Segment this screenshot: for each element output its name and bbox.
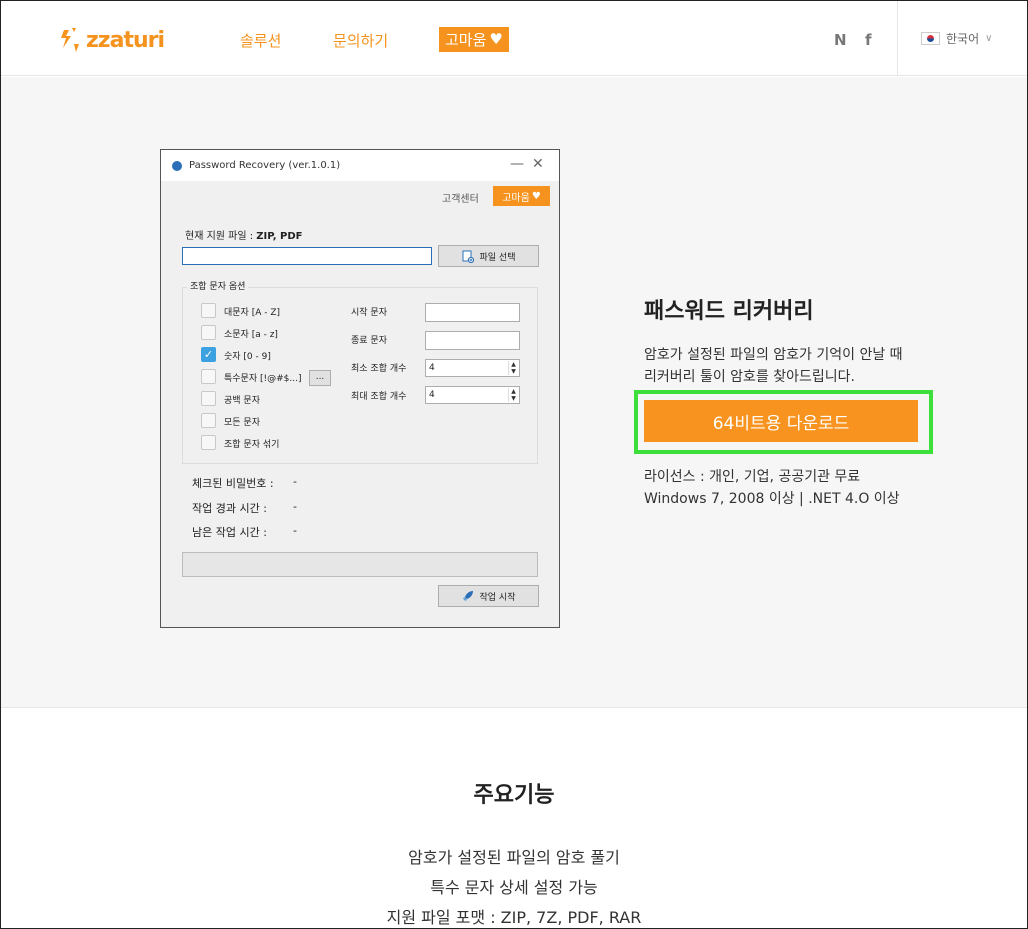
start-task-button[interactable]: 작업 시작 (438, 585, 539, 607)
checkbox-special-label: 특수문자 [!@#$...] (224, 374, 302, 384)
feature-item: 특수 문자 상세 설정 가능 (430, 878, 598, 897)
end-char-label: 종료 문자 (351, 336, 387, 346)
nav-inquiry[interactable]: 문의하기 (333, 30, 388, 51)
max-count-stepper[interactable]: 4 ▲ ▼ (425, 386, 520, 404)
app-screenshot-window: Password Recovery (ver.1.0.1) — ✕ 고객센터 고… (160, 149, 560, 628)
file-select-label: 파일 선택 (479, 252, 516, 263)
license-info: 라이선스 : 개인, 기업, 공공기관 무료 Windows 7, 2008 이… (644, 466, 900, 510)
nav-thanks[interactable]: 고마움 ♥ (439, 27, 509, 52)
description-line: 암호가 설정된 파일의 암호가 기억이 안날 때 (644, 347, 903, 363)
add-file-icon (462, 250, 474, 263)
checkbox-lowercase-label: 소문자 [a - z] (224, 330, 278, 340)
supported-files: 현재 지원 파일 : ZIP, PDF (185, 227, 303, 242)
chevron-down-icon: ∨ (985, 33, 993, 44)
app-titlebar: Password Recovery (ver.1.0.1) — ✕ (161, 150, 559, 181)
download-64bit-button[interactable]: 64비트용 다운로드 (644, 400, 918, 442)
spin-arrows-icon[interactable]: ▲ ▼ (508, 388, 518, 402)
special-chars-more-button[interactable]: ... (309, 370, 331, 386)
naver-icon[interactable]: N (834, 31, 847, 49)
korea-flag-icon (921, 32, 940, 45)
product-title: 패스워드 리커버리 (644, 299, 814, 324)
feature-item: 지원 파일 포맷 : ZIP, 7Z, PDF, RAR (386, 908, 642, 927)
checked-passwords-label: 체크된 비밀번호 : (192, 477, 274, 490)
minimize-icon[interactable]: — (510, 156, 524, 172)
supported-value: ZIP, PDF (256, 231, 303, 242)
logo-text: zzaturi (86, 27, 165, 53)
end-char-input[interactable] (425, 331, 520, 350)
heart-icon: ♥ (531, 190, 541, 202)
start-task-label: 작업 시작 (479, 592, 516, 603)
checkbox-all-label: 모든 문자 (224, 418, 260, 428)
min-count-stepper[interactable]: 4 ▲ ▼ (425, 359, 520, 377)
start-char-label: 시작 문자 (351, 308, 387, 318)
file-select-button[interactable]: 파일 선택 (438, 245, 539, 267)
logo[interactable]: zzaturi (58, 25, 183, 55)
app-subbar: 고객센터 고마움 ♥ (161, 181, 559, 211)
app-icon (172, 161, 182, 171)
requirements-line: Windows 7, 2008 이상 | .NET 4.O 이상 (644, 491, 900, 507)
checkbox-special[interactable] (201, 369, 216, 384)
checkbox-digits[interactable]: ✓ (201, 347, 216, 362)
customer-center-link[interactable]: 고객센터 (442, 190, 479, 205)
app-body: 현재 지원 파일 : ZIP, PDF 파일 선택 조합 문자 옵션 대문자 [… (161, 211, 559, 627)
checkbox-space-label: 공백 문자 (224, 396, 260, 406)
spin-arrows-icon[interactable]: ▲ ▼ (508, 361, 518, 375)
description-line: 리커버리 툴이 암호를 찾아드립니다. (644, 369, 855, 385)
checkbox-shuffle-label: 조합 문자 섞기 (224, 440, 280, 450)
checkmark-icon: ✓ (203, 348, 214, 361)
rocket-icon (462, 591, 473, 601)
checkbox-uppercase[interactable] (201, 303, 216, 318)
language-selector[interactable]: 한국어 ∨ (897, 1, 1027, 76)
language-label: 한국어 (946, 32, 980, 46)
elapsed-time-value: - (293, 500, 297, 513)
remaining-time-label: 남은 작업 시간 : (192, 526, 267, 539)
page-frame: zzaturi 솔루션 문의하기 고마움 ♥ N f 한국어 ∨ Passwor… (0, 0, 1028, 929)
license-line: 라이선스 : 개인, 기업, 공공기관 무료 (644, 469, 861, 485)
checked-passwords-value: - (293, 475, 297, 488)
max-count-label: 최대 조합 개수 (351, 392, 407, 402)
checkbox-lowercase[interactable] (201, 325, 216, 340)
heart-icon: ♥ (489, 30, 503, 48)
checkbox-shuffle[interactable] (201, 435, 216, 450)
features-title: 주요기능 (473, 783, 555, 808)
supported-label: 현재 지원 파일 : (185, 231, 254, 242)
remaining-time-value: - (293, 524, 297, 537)
product-description: 암호가 설정된 파일의 암호가 기억이 안날 때 리커버리 툴이 암호를 찾아드… (644, 344, 944, 388)
app-thanks-label: 고마움 (502, 192, 530, 204)
top-navigation: zzaturi 솔루션 문의하기 고마움 ♥ N f 한국어 ∨ (1, 1, 1027, 76)
min-count-value: 4 (429, 363, 435, 373)
checkbox-digits-label: 숫자 [0 - 9] (224, 352, 271, 362)
option-group-title: 조합 문자 옵션 (187, 279, 249, 292)
max-count-value: 4 (429, 390, 435, 400)
elapsed-time-label: 작업 경과 시간 : (192, 502, 267, 515)
facebook-icon[interactable]: f (865, 31, 872, 49)
checkbox-space[interactable] (201, 391, 216, 406)
app-title: Password Recovery (ver.1.0.1) (189, 160, 341, 171)
logo-mark-icon (61, 28, 79, 52)
min-count-label: 최소 조합 개수 (351, 364, 407, 374)
checkbox-uppercase-label: 대문자 [A - Z] (224, 308, 281, 318)
progress-bar (182, 552, 538, 577)
file-path-input[interactable] (182, 247, 432, 265)
checkbox-all[interactable] (201, 413, 216, 428)
close-icon[interactable]: ✕ (532, 156, 544, 172)
feature-item: 암호가 설정된 파일의 암호 풀기 (408, 848, 620, 867)
start-char-input[interactable] (425, 303, 520, 322)
app-thanks-button[interactable]: 고마움 ♥ (493, 186, 550, 206)
nav-thanks-label: 고마움 (445, 30, 487, 49)
nav-solution[interactable]: 솔루션 (240, 30, 281, 51)
